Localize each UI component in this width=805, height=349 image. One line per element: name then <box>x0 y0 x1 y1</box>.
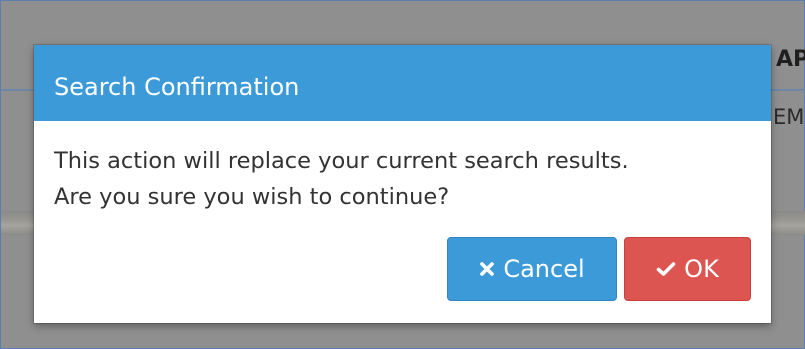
dialog-message-line-1: This action will replace your current se… <box>54 148 629 174</box>
cancel-button-label: Cancel <box>503 255 585 283</box>
background-text-fragment: EM <box>773 105 805 129</box>
dialog-title: Search Confirmation <box>54 73 300 101</box>
close-x-icon <box>479 261 495 277</box>
ok-button[interactable]: OK <box>624 237 751 301</box>
dialog-header: Search Confirmation <box>34 45 771 121</box>
checkmark-icon <box>656 261 676 277</box>
background-heading-fragment: AP <box>776 47 805 72</box>
ok-button-label: OK <box>684 255 719 283</box>
cancel-button[interactable]: Cancel <box>447 237 617 301</box>
dialog-message: This action will replace your current se… <box>54 143 759 215</box>
dialog-message-line-2: Are you sure you wish to continue? <box>54 184 450 210</box>
search-confirmation-dialog: Search Confirmation This action will rep… <box>34 45 771 323</box>
